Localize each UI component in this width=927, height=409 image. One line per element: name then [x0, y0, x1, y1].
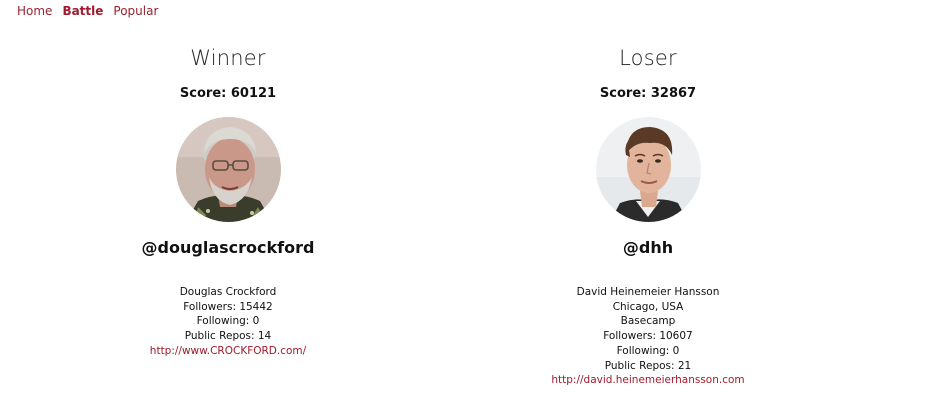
winner-username: @douglascrockford	[141, 238, 315, 257]
loser-score: Score: 32867	[599, 86, 697, 101]
loser-company: Basecamp	[620, 315, 676, 328]
winner-name: Douglas Crockford	[179, 286, 277, 298]
winner-card: Winner Score: 60121 @douglascrockford Do…	[68, 44, 388, 359]
winner-avatar-image	[175, 117, 281, 222]
winner-blog-link[interactable]: http://www.CROCKFORD.com/	[150, 345, 306, 357]
winner-header: Winner	[190, 46, 266, 70]
loser-location: Chicago, USA	[612, 300, 684, 313]
loser-following: Following: 0	[616, 344, 680, 357]
loser-name: David Heinemeier Hansson	[576, 286, 720, 298]
winner-repos: Public Repos: 14	[184, 330, 272, 343]
loser-avatar	[595, 117, 701, 222]
loser-followers: Followers: 10607	[603, 330, 693, 343]
loser-avatar-image	[595, 117, 701, 222]
winner-info-list: Douglas Crockford Followers: 15442 Follo…	[150, 285, 306, 359]
loser-repos: Public Repos: 21	[604, 359, 692, 372]
battle-results: Winner Score: 60121 @douglascrockford Do…	[0, 0, 927, 409]
loser-info-list: David Heinemeier Hansson Chicago, USA Ba…	[551, 285, 744, 388]
winner-avatar	[175, 117, 281, 222]
winner-score: Score: 60121	[179, 86, 277, 101]
winner-followers: Followers: 15442	[183, 300, 273, 313]
winner-following: Following: 0	[196, 315, 260, 328]
loser-card: Loser Score: 32867 @dhh David Heinemeier…	[488, 44, 808, 388]
loser-username: @dhh	[622, 238, 674, 257]
loser-header: Loser	[619, 46, 677, 70]
loser-blog-link[interactable]: http://david.heinemeierhansson.com	[551, 374, 744, 386]
